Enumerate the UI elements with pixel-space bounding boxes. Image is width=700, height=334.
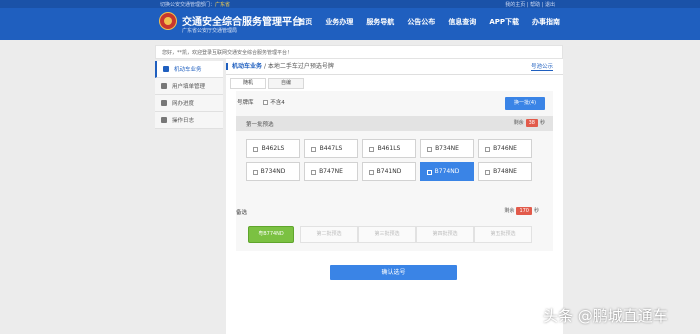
nav-announcements[interactable]: 公告公布 — [407, 17, 435, 27]
batch-label: 第一批预选 — [246, 122, 274, 128]
breadcrumb: 机动车业务 / 本地二手车过户预选号牌 — [226, 61, 334, 70]
sidebar-item-progress[interactable]: 网办进度 — [155, 95, 223, 112]
reserve-slot: 第五批预选 — [474, 226, 532, 243]
breadcrumb-page: 本地二手车过户预选号牌 — [267, 63, 334, 70]
reserve-slots-area: 粤B774ND 第二批预选 第三批预选 第四批预选 第五批预选 — [236, 218, 553, 251]
province-name[interactable]: 广东省 — [215, 2, 230, 8]
batch-timer: 剩余 38 秒 — [514, 119, 545, 127]
plate-number: B461LS — [377, 145, 401, 152]
plate-number: B734ND — [260, 168, 286, 175]
main-nav: 首页 业务办理 服务导航 公告公布 信息查询 APP下载 办事指南 — [298, 17, 560, 27]
sidebar-item-label: 用户填单管理 — [172, 84, 206, 90]
progress-icon — [161, 100, 167, 106]
mode-tabs: 随机 自编 — [230, 78, 304, 89]
timer-suffix: 秒 — [533, 208, 539, 214]
reserve-slot-filled[interactable]: 粤B774ND — [248, 226, 294, 243]
divider — [226, 74, 563, 75]
plate-number: B447LS — [319, 145, 343, 152]
sidebar-item-vehicle[interactable]: 机动车业务 — [155, 61, 223, 78]
plate-option[interactable]: B734ND — [246, 162, 300, 181]
tab-custom[interactable]: 自编 — [268, 78, 304, 89]
plate-option[interactable]: B741ND — [362, 162, 416, 181]
sidebar-item-label: 机动车业务 — [174, 67, 202, 73]
checkbox-icon — [427, 147, 432, 152]
user-icon — [161, 83, 167, 89]
sidebar: 机动车业务 用户填单管理 网办进度 操作日志 — [155, 61, 223, 129]
sidebar-item-label: 网办进度 — [172, 101, 195, 107]
batch-header: 第一批预选 剩余 38 秒 — [236, 116, 553, 131]
checkbox-icon — [369, 147, 374, 152]
reserve-slot: 第四批预选 — [416, 226, 474, 243]
checkbox-icon — [311, 170, 316, 175]
timer-value: 170 — [516, 207, 532, 215]
site-title: 交通安全综合服务管理平台 — [182, 17, 302, 28]
plate-option[interactable]: B747NE — [304, 162, 358, 181]
reserve-label: 备选 — [236, 210, 248, 216]
reserve-slot: 第三批预选 — [358, 226, 416, 243]
user-links[interactable]: 我的主页 | 帮助 | 退出 — [505, 1, 555, 8]
checkbox-icon — [253, 170, 258, 175]
nav-service-guide[interactable]: 服务导航 — [366, 17, 394, 27]
main-content: 机动车业务 / 本地二手车过户预选号牌 号池公示 随机 自编 号牌库 不含4 换… — [226, 59, 563, 334]
sidebar-item-label: 操作日志 — [172, 118, 195, 124]
police-emblem-logo — [159, 12, 177, 30]
reserve-slots: 粤B774ND 第二批预选 第三批预选 第四批预选 第五批预选 — [248, 226, 532, 243]
top-bar: 切换公安交通管理部门：广东省 我的主页 | 帮助 | 退出 — [0, 0, 700, 8]
exclude-4-label: 不含4 — [270, 100, 285, 106]
nav-guide[interactable]: 办事指南 — [532, 17, 560, 27]
exclude-4-checkbox[interactable] — [263, 100, 269, 105]
checkbox-icon — [485, 170, 490, 175]
plate-option[interactable]: B746NE — [478, 139, 532, 158]
nav-business[interactable]: 业务办理 — [325, 17, 353, 27]
plate-number: B774ND — [434, 168, 460, 175]
sidebar-item-log[interactable]: 操作日志 — [155, 112, 223, 129]
checkbox-icon — [369, 170, 374, 175]
tab-random[interactable]: 随机 — [230, 78, 266, 89]
watermark: 头条 @鹏城直通车 — [543, 307, 668, 325]
sidebar-item-forms[interactable]: 用户填单管理 — [155, 78, 223, 95]
plate-grid: B462LS B447LS B461LS B734NE B746NE B734N… — [246, 139, 532, 181]
site-subtitle: 广东省公安厅交通管理局 — [182, 28, 238, 34]
breadcrumb-section[interactable]: 机动车业务 — [226, 63, 263, 70]
reserve-slot: 第二批预选 — [300, 226, 358, 243]
plate-option[interactable]: B461LS — [362, 139, 416, 158]
timer-prefix: 剩余 — [504, 208, 515, 214]
reserve-timer: 剩余 170 秒 — [504, 207, 539, 215]
welcome-notice: 您好，**凯，欢迎登录互联网交通安全综合服务管理平台！ — [155, 45, 563, 59]
plate-number: B747NE — [319, 168, 343, 175]
breadcrumb-separator: / — [263, 63, 266, 70]
plate-pool-announcement-link[interactable]: 号池公示 — [530, 62, 553, 71]
pool-row: 号牌库 不含4 — [237, 98, 285, 106]
checkbox-checked-icon — [427, 170, 432, 175]
region-label: 切换公安交通管理部门： — [160, 2, 216, 8]
timer-suffix: 秒 — [539, 120, 545, 126]
log-icon — [161, 117, 167, 123]
nav-home[interactable]: 首页 — [298, 17, 312, 27]
timer-prefix: 剩余 — [513, 120, 524, 126]
checkbox-icon — [253, 147, 258, 152]
plate-option[interactable]: B734NE — [420, 139, 474, 158]
region-switcher[interactable]: 切换公安交通管理部门：广东省 — [160, 1, 230, 8]
plate-option[interactable]: B748NE — [478, 162, 532, 181]
checkbox-icon — [311, 147, 316, 152]
confirm-selection-button[interactable]: 确认选号 — [330, 265, 457, 280]
plate-number: B746NE — [493, 145, 517, 152]
checkbox-icon — [485, 147, 490, 152]
pool-label: 号牌库 — [237, 100, 254, 106]
car-icon — [163, 66, 169, 72]
plate-option[interactable]: B447LS — [304, 139, 358, 158]
nav-info-query[interactable]: 信息查询 — [448, 17, 476, 27]
site-header: 切换公安交通管理部门：广东省 我的主页 | 帮助 | 退出 交通安全综合服务管理… — [0, 0, 700, 40]
plate-number: B734NE — [435, 145, 459, 152]
plate-number: B741ND — [376, 168, 402, 175]
swap-batch-button[interactable]: 换一批(4) — [505, 97, 545, 110]
plate-number: B462LS — [261, 145, 285, 152]
plate-number: B748NE — [493, 168, 517, 175]
plate-option-selected[interactable]: B774ND — [420, 162, 474, 181]
plate-option[interactable]: B462LS — [246, 139, 300, 158]
timer-value: 38 — [525, 119, 538, 127]
nav-app-download[interactable]: APP下载 — [489, 17, 519, 27]
